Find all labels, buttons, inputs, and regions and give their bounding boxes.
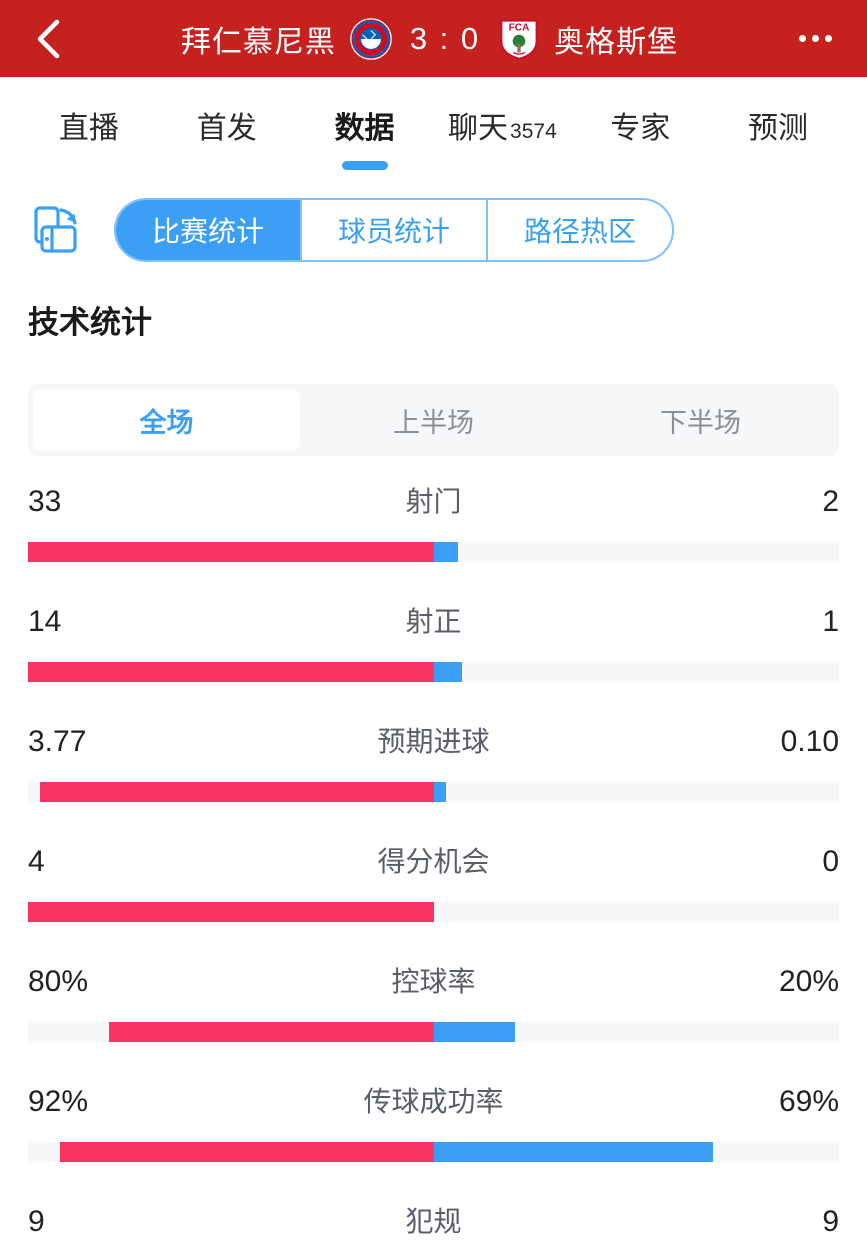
stat-label: 射门 <box>405 486 462 517</box>
tab-chat[interactable]: 聊天 3574 <box>433 101 571 147</box>
away-team-name: 奥格斯堡 <box>554 25 679 59</box>
stat-label: 得分机会 <box>377 846 490 877</box>
away-stat-value: 2 <box>822 485 839 518</box>
tab-label: 首发 <box>196 112 257 145</box>
stats-segmented-control: 比赛统计 球员统计 路径热区 <box>114 198 675 262</box>
chat-count-badge: 3574 <box>510 120 557 143</box>
svg-text:FCA: FCA <box>509 22 530 33</box>
match-title: 拜仁慕尼黑 3 : 0 FCA 奥格斯堡 <box>70 17 789 61</box>
tab-label: 聊天 <box>448 112 509 145</box>
tab-predictions[interactable]: 预测 <box>709 101 847 147</box>
away-stat-bar <box>433 782 446 802</box>
tab-lineups[interactable]: 首发 <box>158 101 296 147</box>
stat-label: 犯规 <box>405 1206 462 1237</box>
home-stat-bar <box>28 662 434 682</box>
period-full-match[interactable]: 全场 <box>33 389 300 451</box>
away-stat-bar <box>433 542 458 562</box>
home-stat-value: 4 <box>28 845 45 878</box>
stat-bar-track <box>28 902 839 922</box>
home-stat-value: 3.77 <box>28 725 87 758</box>
segment-player-stats[interactable]: 球员统计 <box>300 200 486 260</box>
segment-heatmap[interactable]: 路径热区 <box>486 200 672 260</box>
main-tab-bar: 直播 首发 数据 聊天 3574 专家 预测 <box>0 77 867 179</box>
tab-label: 预测 <box>748 112 809 145</box>
stat-header: 4 得分机会 0 <box>28 840 839 902</box>
period-first-half[interactable]: 上半场 <box>300 389 567 451</box>
away-stat-value: 9 <box>822 1205 839 1238</box>
more-options-button[interactable] <box>789 17 841 61</box>
stat-row: 9 犯规 9 <box>0 1200 867 1255</box>
home-team-name: 拜仁慕尼黑 <box>180 25 336 59</box>
fc-augsburg-crest: FCA <box>500 18 538 60</box>
away-stat-value: 0.10 <box>780 725 839 758</box>
home-stat-value: 92% <box>28 1085 89 1118</box>
stat-bar-track <box>28 662 839 682</box>
segment-match-stats[interactable]: 比赛统计 <box>116 200 301 260</box>
tab-live[interactable]: 直播 <box>20 101 158 147</box>
stat-header: 92% 传球成功率 69% <box>28 1080 839 1142</box>
away-stat-value: 1 <box>822 605 839 638</box>
tab-label: 直播 <box>58 112 119 145</box>
app-header: 拜仁慕尼黑 3 : 0 FCA 奥格斯堡 <box>0 0 867 77</box>
home-stat-bar <box>28 902 434 922</box>
home-stat-value: 9 <box>28 1205 45 1238</box>
more-options-icon <box>811 35 819 42</box>
stat-bar-track <box>28 782 839 802</box>
stat-row: 14 射正 1 <box>0 600 867 682</box>
stats-toolbar: 比赛统计 球员统计 路径热区 <box>0 179 867 281</box>
rotate-screen-icon[interactable] <box>28 201 86 259</box>
away-stat-bar <box>433 662 462 682</box>
stat-header: 33 射门 2 <box>28 480 839 542</box>
period-selector: 全场 上半场 下半场 <box>28 384 839 456</box>
stat-row: 3.77 预期进球 0.10 <box>0 720 867 802</box>
stat-header: 3.77 预期进球 0.10 <box>28 720 839 782</box>
tab-label: 数据 <box>334 112 395 145</box>
more-options-icon <box>798 35 806 42</box>
stats-list: 33 射门 2 14 射正 1 3.77 预期进球 0.10 4 得分机会 0 80% 控球率 20% 92%… <box>0 480 867 1255</box>
home-stat-value: 33 <box>28 485 62 518</box>
stat-header: 9 犯规 9 <box>28 1200 839 1255</box>
tab-label: 专家 <box>610 112 671 145</box>
stat-bar-track <box>28 1142 839 1162</box>
home-stat-bar <box>109 1022 434 1042</box>
stat-row: 92% 传球成功率 69% <box>0 1080 867 1162</box>
away-stat-value: 69% <box>778 1085 839 1118</box>
stat-bar-track <box>28 1022 839 1042</box>
stat-bar-track <box>28 542 839 562</box>
stat-row: 33 射门 2 <box>0 480 867 562</box>
home-stat-bar <box>28 542 434 562</box>
active-tab-indicator <box>341 161 388 170</box>
section-title: 技术统计 <box>28 305 152 340</box>
stat-label: 传球成功率 <box>363 1086 504 1117</box>
back-button[interactable] <box>26 17 70 61</box>
stat-label: 射正 <box>405 606 462 637</box>
home-stat-value: 80% <box>28 965 89 998</box>
stat-label: 预期进球 <box>377 726 490 757</box>
match-score: 3 : 0 <box>409 20 481 56</box>
away-stat-value: 0 <box>822 845 839 878</box>
chevron-left-icon <box>37 19 60 58</box>
period-second-half[interactable]: 下半场 <box>567 389 834 451</box>
stat-header: 80% 控球率 20% <box>28 960 839 1022</box>
bayern-munich-crest <box>350 17 392 60</box>
away-stat-bar <box>433 1022 515 1042</box>
tab-stats[interactable]: 数据 <box>296 101 434 170</box>
home-stat-bar <box>60 1142 434 1162</box>
home-stat-bar <box>40 782 434 802</box>
stat-row: 80% 控球率 20% <box>0 960 867 1042</box>
stat-label: 控球率 <box>391 966 476 997</box>
stat-header: 14 射正 1 <box>28 600 839 662</box>
tab-experts[interactable]: 专家 <box>571 101 709 147</box>
away-stat-value: 20% <box>778 965 839 998</box>
away-stat-bar <box>433 1142 714 1162</box>
more-options-icon <box>824 35 832 42</box>
home-stat-value: 14 <box>28 605 62 638</box>
stat-row: 4 得分机会 0 <box>0 840 867 922</box>
